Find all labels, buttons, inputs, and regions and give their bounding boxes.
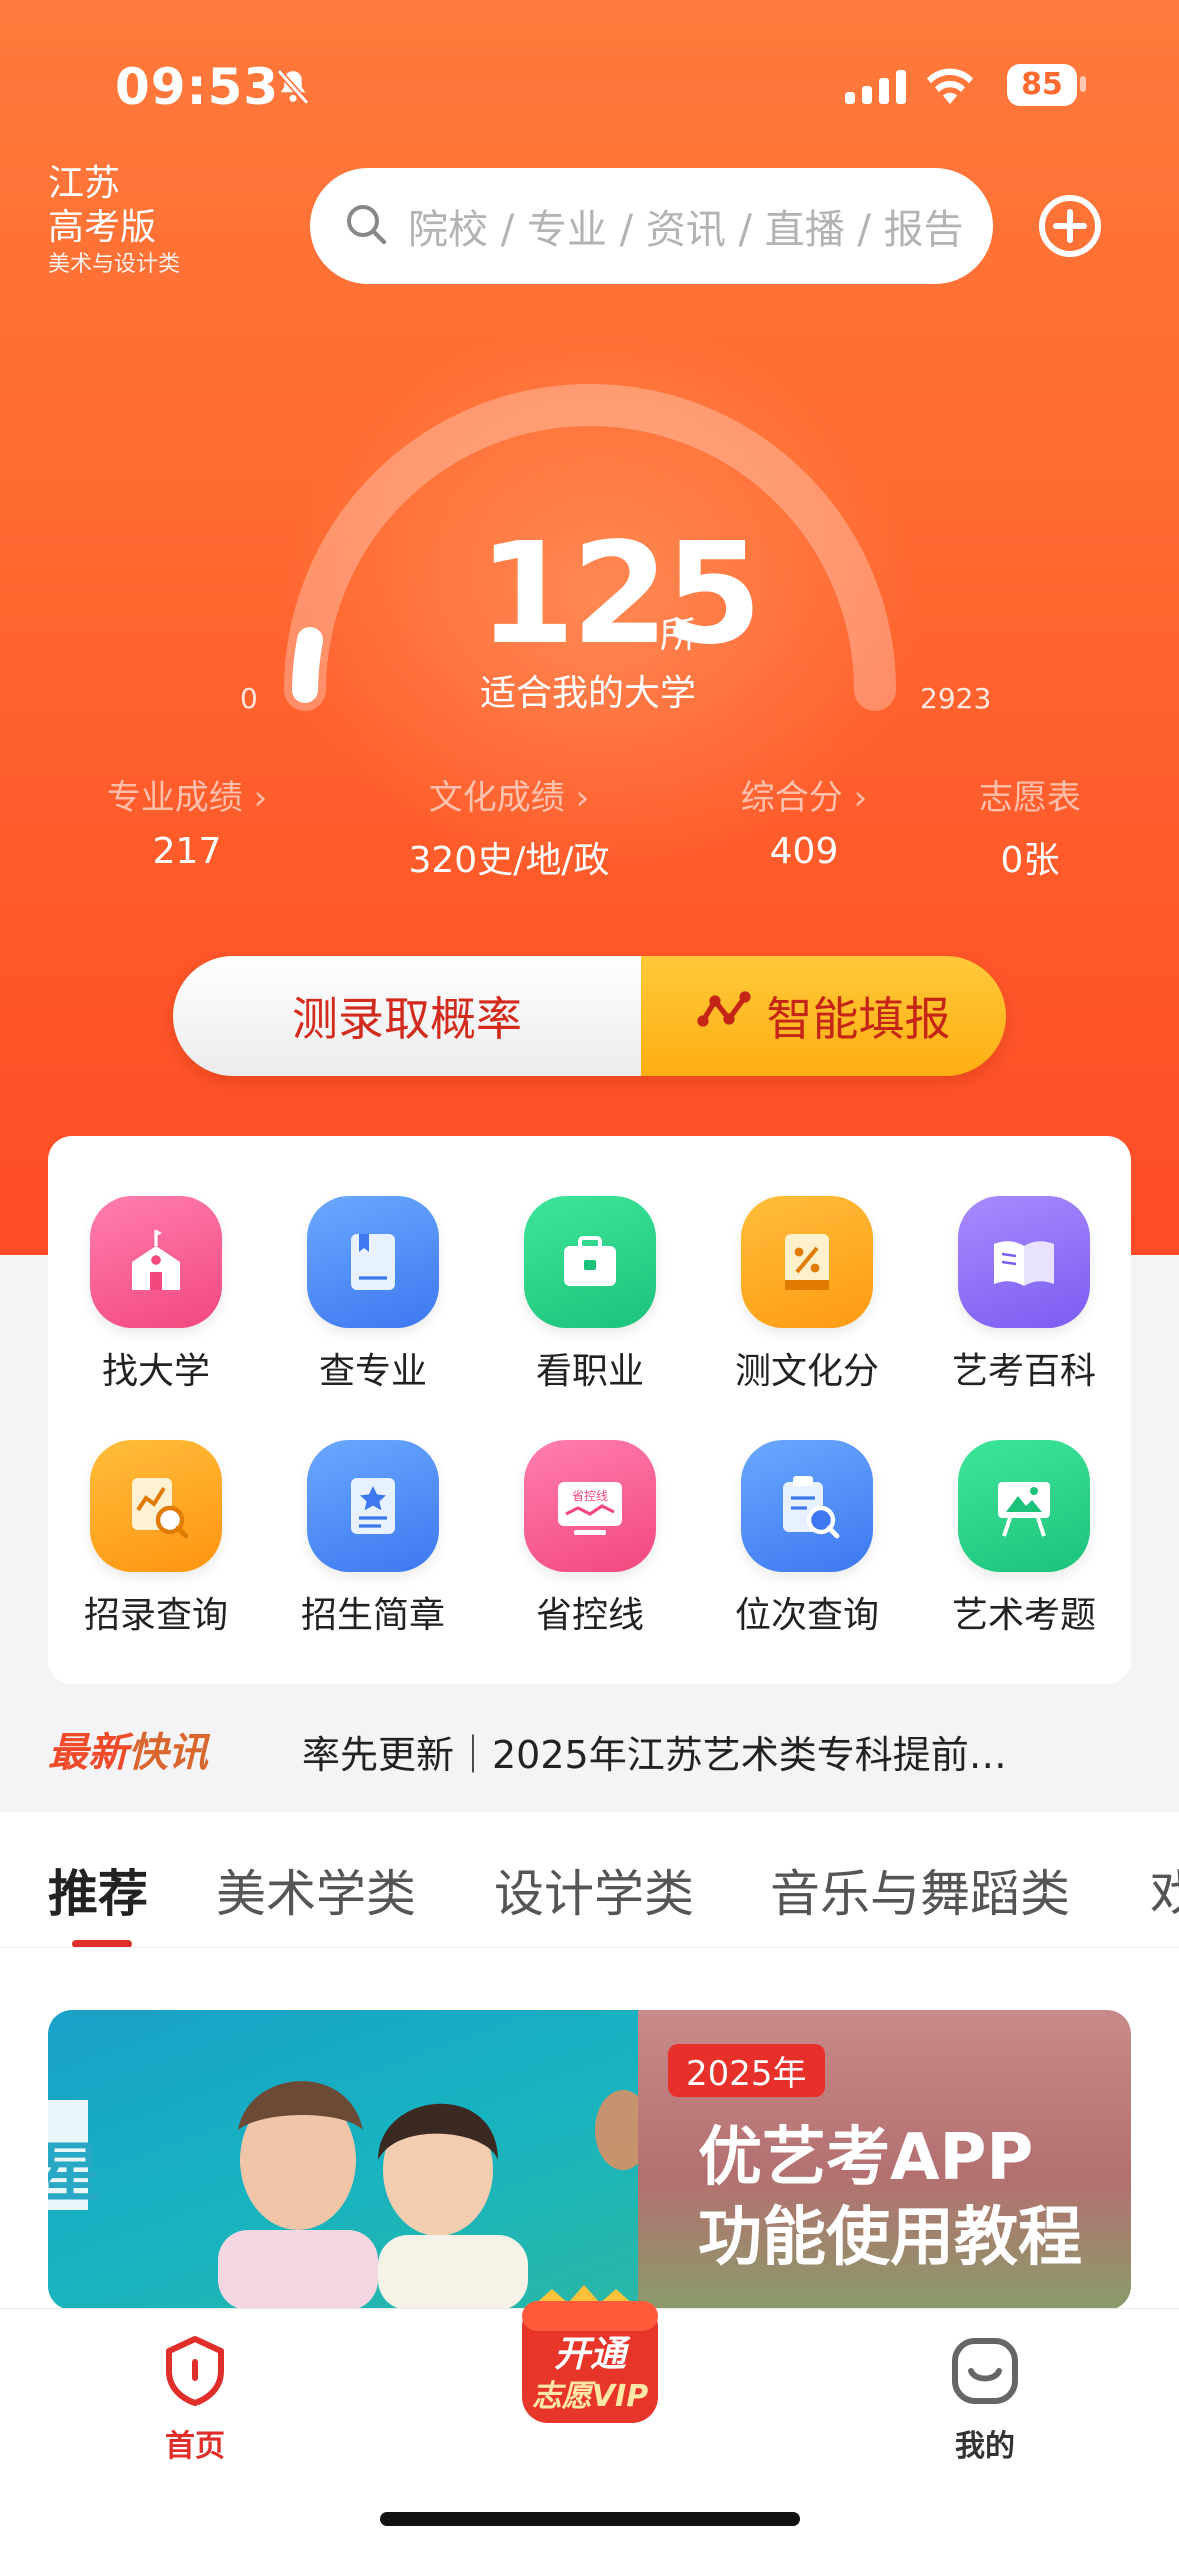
smile-face-icon	[930, 2331, 1040, 2415]
svg-text:省控线: 省控线	[572, 1489, 608, 1503]
smart-fill-button[interactable]: 智能填报	[641, 956, 1006, 1076]
brochure-icon	[307, 1440, 439, 1572]
news-tag: 最新快讯	[48, 1720, 208, 1778]
home-shield-icon	[140, 2331, 250, 2415]
feature-label: 位次查询	[734, 1595, 879, 1636]
banner-title-line1: 优艺考APP	[698, 2121, 1034, 2195]
score-stats: 专业成绩 › 217 文化成绩 › 320史/地/政 综合分 › 409 志愿表…	[0, 770, 1179, 883]
nav-mine-label: 我的	[955, 2429, 1015, 2464]
feature-view-career[interactable]: 看职业	[490, 1196, 690, 1394]
tab-more[interactable]: 戏	[1150, 1854, 1179, 1926]
chart-search-icon	[90, 1440, 222, 1572]
search-placeholder: 院校 / 专业 / 资讯 / 直播 / 报告	[408, 207, 964, 253]
tab-music-dance[interactable]: 音乐与舞蹈类	[770, 1854, 1070, 1926]
banner-title-line2: 功能使用教程	[698, 2201, 1082, 2275]
feature-label: 测文化分	[734, 1351, 879, 1392]
feature-label: 艺考百科	[951, 1351, 1096, 1392]
status-time: 09:53	[115, 58, 280, 116]
stat-value: 409	[769, 831, 839, 872]
school-icon	[90, 1196, 222, 1328]
news-tag-latest: 最新	[48, 1730, 128, 1776]
bell-slash-icon	[272, 66, 314, 112]
search-bar[interactable]: 院校 / 专业 / 资讯 / 直播 / 报告	[310, 168, 993, 284]
stat-value: 217	[152, 831, 222, 872]
feature-label: 省控线	[535, 1595, 644, 1636]
news-tag-flash: 快讯	[128, 1730, 208, 1776]
feature-label: 找大学	[101, 1351, 210, 1392]
gauge-max: 2923	[920, 682, 992, 715]
province-label: 江苏	[48, 163, 121, 204]
feature-rank-query[interactable]: 位次查询	[707, 1440, 907, 1638]
admission-probability-button[interactable]: 测录取概率	[173, 956, 641, 1076]
tab-design[interactable]: 设计学类	[494, 1854, 694, 1926]
open-book-icon	[958, 1196, 1090, 1328]
count-unit: 所	[660, 615, 697, 656]
nav-home[interactable]: 首页	[140, 2331, 250, 2465]
stat-value: 320史/地/政	[408, 840, 610, 881]
feature-grid: 找大学 查专业 看职业 测文化分 艺考百科 招录查询 招生简章 省控线 省控线 …	[48, 1136, 1131, 1684]
rank-search-icon	[741, 1440, 873, 1572]
feature-enrollment-brochure[interactable]: 招生简章	[273, 1440, 473, 1638]
tab-fine-arts[interactable]: 美术学类	[216, 1854, 416, 1926]
battery-tip	[1080, 76, 1086, 92]
nav-home-label: 首页	[165, 2429, 225, 2464]
home-indicator	[380, 2512, 800, 2526]
control-line-icon: 省控线	[524, 1440, 656, 1572]
banner-edge-glyph: 星	[48, 2137, 102, 2211]
feature-label: 看职业	[535, 1351, 644, 1392]
feature-art-exam-questions[interactable]: 艺术考题	[924, 1440, 1124, 1638]
stat-major-score[interactable]: 专业成绩 › 217	[92, 770, 282, 872]
feature-control-line[interactable]: 省控线 省控线	[490, 1440, 690, 1638]
gauge-label: 适合我的大学	[480, 673, 697, 714]
tab-recommended[interactable]: 推荐	[48, 1854, 148, 1926]
status-bar: 09:53 85	[0, 52, 1179, 132]
easel-icon	[958, 1440, 1090, 1572]
feature-find-university[interactable]: 找大学	[56, 1196, 256, 1394]
category-tabs: 推荐 美术学类 设计学类 音乐与舞蹈类 戏	[0, 1812, 1179, 1948]
percent-icon	[741, 1196, 873, 1328]
tutorial-banner[interactable]: 星 2025年 优艺考APP 功能使用教程	[48, 2010, 1131, 2310]
feature-label: 艺术考题	[951, 1595, 1096, 1636]
feature-check-major[interactable]: 查专业	[273, 1196, 473, 1394]
vip-line1: 开通	[553, 2334, 626, 2375]
vip-badge-button[interactable]: 开通 志愿VIP	[512, 2281, 668, 2431]
matching-university-count: 125	[478, 513, 762, 676]
stat-culture-score[interactable]: 文化成绩 › 320史/地/政	[394, 770, 624, 883]
banner-edge-text: 星	[48, 2100, 102, 2211]
feature-label: 招生简章	[300, 1595, 445, 1636]
vip-line2: 志愿VIP	[531, 2379, 649, 2414]
gauge-min: 0	[240, 682, 258, 715]
active-tab-indicator	[72, 1940, 132, 1947]
smart-fill-label: 智能填报	[766, 992, 951, 1046]
battery-icon: 85	[1007, 64, 1077, 106]
add-circle-icon[interactable]	[1038, 194, 1102, 262]
feature-art-encyclopedia[interactable]: 艺考百科	[924, 1196, 1124, 1394]
category-label: 美术与设计类	[48, 252, 181, 277]
region-selector[interactable]: 江苏 高考版 美术与设计类	[48, 162, 180, 280]
feature-label: 招录查询	[83, 1595, 228, 1636]
stat-label: 文化成绩 ›	[428, 778, 590, 818]
wifi-icon	[922, 64, 978, 112]
cta-group: 测录取概率 智能填报	[173, 956, 1006, 1076]
banner-photo	[48, 2010, 651, 2310]
search-icon	[342, 200, 390, 252]
stat-composite-score[interactable]: 综合分 › 409	[722, 770, 886, 872]
feature-label: 查专业	[318, 1351, 427, 1392]
stat-label: 综合分 ›	[740, 778, 868, 818]
news-headline[interactable]: 率先更新｜2025年江苏艺术类专科提前…	[302, 1724, 1007, 1779]
briefcase-icon	[524, 1196, 656, 1328]
book-icon	[307, 1196, 439, 1328]
edition-label: 高考版	[48, 207, 157, 248]
news-ticker[interactable]: 最新快讯 率先更新｜2025年江苏艺术类专科提前…	[0, 1690, 1179, 1810]
stat-label: 志愿表	[979, 778, 1081, 818]
banner-year-badge: 2025年	[668, 2044, 825, 2097]
cellular-signal-icon	[845, 70, 906, 104]
nav-mine[interactable]: 我的	[930, 2331, 1040, 2465]
feature-admission-query[interactable]: 招录查询	[56, 1440, 256, 1638]
stat-application-form[interactable]: 志愿表 0张	[960, 770, 1100, 883]
stat-value: 0张	[1000, 840, 1060, 881]
feature-culture-score[interactable]: 测文化分	[707, 1196, 907, 1394]
stat-label: 专业成绩 ›	[106, 778, 268, 818]
zigzag-icon	[696, 989, 753, 1044]
